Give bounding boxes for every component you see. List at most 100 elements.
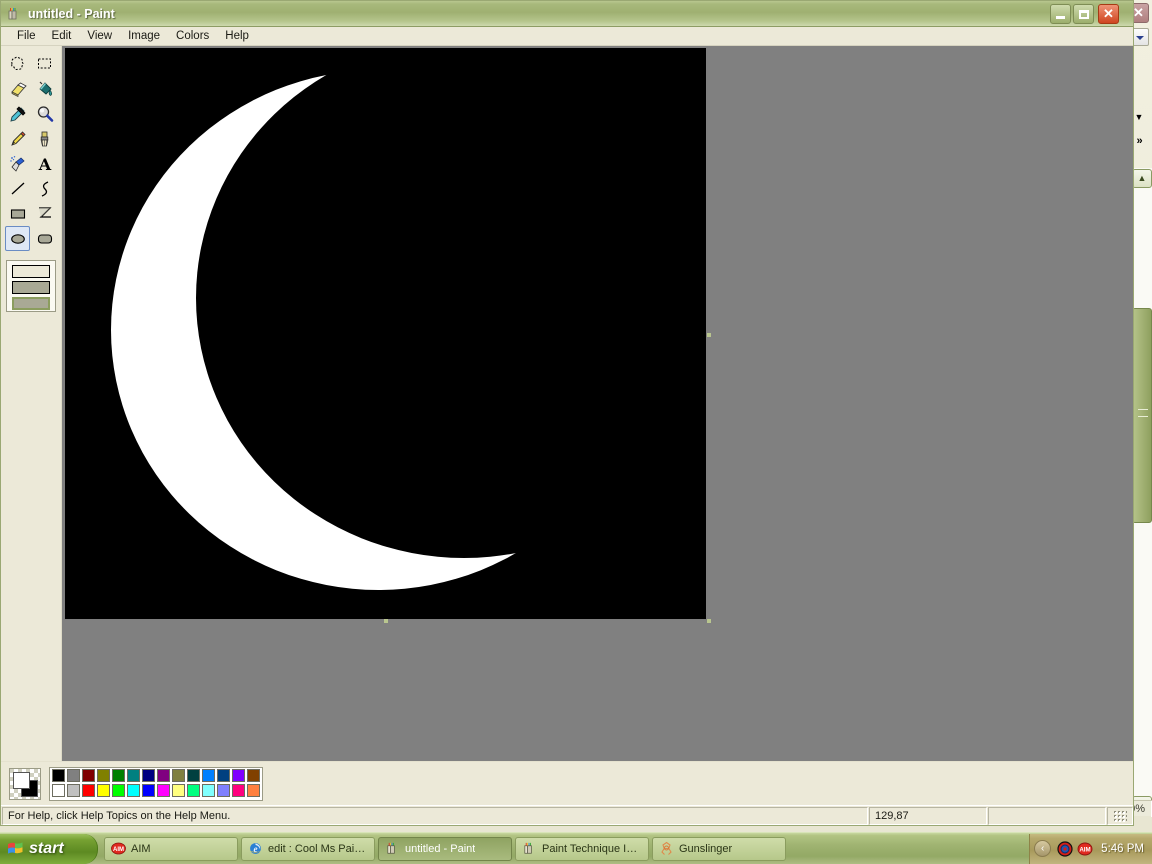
svg-text:AIM: AIM bbox=[113, 847, 124, 853]
canvas-border bbox=[63, 46, 708, 620]
taskbar-task-list: AIM AIM e edit : Cool Ms Paint t... unti… bbox=[104, 836, 786, 861]
window-resize-grip[interactable] bbox=[1107, 806, 1133, 825]
palette-swatch[interactable] bbox=[111, 784, 125, 797]
system-clock[interactable]: 5:46 PM bbox=[1101, 843, 1144, 855]
menu-image[interactable]: Image bbox=[120, 28, 168, 44]
palette-swatch[interactable] bbox=[156, 769, 170, 782]
rectangle-select-tool[interactable] bbox=[32, 51, 57, 76]
maximize-button[interactable] bbox=[1073, 4, 1094, 24]
system-tray[interactable]: ‹ AIM 5:46 PM bbox=[1029, 833, 1152, 864]
paint-menubar[interactable]: File Edit View Image Colors Help bbox=[1, 27, 1133, 46]
outline-and-fill-option[interactable] bbox=[12, 281, 50, 294]
taskbar-item-gunslinger-label: Gunslinger bbox=[679, 842, 733, 855]
canvas-resize-handle-bottom[interactable] bbox=[384, 619, 388, 623]
scrollbar-thumb[interactable] bbox=[1132, 308, 1152, 523]
palette-swatch[interactable] bbox=[246, 784, 260, 797]
palette-swatch[interactable] bbox=[141, 784, 155, 797]
palette-swatch[interactable] bbox=[156, 784, 170, 797]
taskbar-item-aim-label: AIM bbox=[131, 842, 151, 855]
polygon-tool[interactable] bbox=[32, 201, 57, 226]
windows-flag-icon bbox=[7, 840, 24, 857]
tool-grid: A bbox=[4, 51, 60, 251]
menu-edit[interactable]: Edit bbox=[44, 28, 80, 44]
taskbar-item-gunslinger[interactable]: Gunslinger bbox=[652, 836, 786, 861]
palette-swatch[interactable] bbox=[141, 769, 155, 782]
paint-color-palette[interactable] bbox=[1, 761, 1133, 805]
taskbar-item-paint-technique-label: Paint Technique Instr... bbox=[542, 842, 642, 855]
palette-swatch[interactable] bbox=[126, 769, 140, 782]
fill-only-option[interactable] bbox=[12, 297, 50, 310]
aim-icon[interactable]: AIM bbox=[1077, 841, 1093, 857]
palette-swatch[interactable] bbox=[171, 769, 185, 782]
eraser-tool[interactable] bbox=[5, 76, 30, 101]
airbrush-tool[interactable] bbox=[5, 151, 30, 176]
foreground-color-swatch[interactable] bbox=[13, 771, 30, 789]
palette-swatch[interactable] bbox=[231, 784, 245, 797]
taskbar-item-paint[interactable]: untitled - Paint bbox=[378, 836, 512, 861]
ellipse-tool[interactable] bbox=[5, 226, 30, 251]
palette-swatch[interactable] bbox=[66, 769, 80, 782]
close-icon: ✕ bbox=[1103, 6, 1114, 21]
tray-collapse-chevron-icon[interactable]: ‹ bbox=[1034, 840, 1052, 857]
palette-swatch[interactable] bbox=[201, 769, 215, 782]
palette-swatch[interactable] bbox=[111, 769, 125, 782]
text-tool[interactable]: A bbox=[32, 151, 57, 176]
outline-only-option[interactable] bbox=[12, 265, 50, 278]
palette-swatch[interactable] bbox=[96, 769, 110, 782]
canvas-resize-handle-corner[interactable] bbox=[707, 619, 711, 623]
paint-toolbox[interactable]: A bbox=[1, 46, 62, 761]
svg-text:A: A bbox=[37, 155, 51, 173]
palette-swatch[interactable] bbox=[81, 769, 95, 782]
menu-view[interactable]: View bbox=[79, 28, 120, 44]
start-button[interactable]: start bbox=[0, 833, 98, 864]
scrollbar-up-arrow-icon[interactable]: ▲ bbox=[1132, 169, 1152, 188]
free-form-select-tool[interactable] bbox=[5, 51, 30, 76]
canvas-resize-handle-right[interactable] bbox=[707, 333, 711, 337]
taskbar-item-paint-label: untitled - Paint bbox=[405, 842, 476, 855]
status-help-text: For Help, click Help Topics on the Help … bbox=[2, 806, 868, 825]
palette-swatch[interactable] bbox=[186, 784, 200, 797]
palette-swatch[interactable] bbox=[81, 784, 95, 797]
menu-file[interactable]: File bbox=[9, 28, 44, 44]
palette-swatch[interactable] bbox=[186, 769, 200, 782]
paint-titlebar[interactable]: untitled - Paint ✕ bbox=[1, 1, 1133, 27]
palette-swatch[interactable] bbox=[216, 769, 230, 782]
palette-swatch[interactable] bbox=[96, 784, 110, 797]
palette-swatch[interactable] bbox=[216, 784, 230, 797]
minimize-button[interactable] bbox=[1050, 4, 1071, 24]
app-icon bbox=[659, 841, 674, 856]
tool-options-panel[interactable] bbox=[6, 260, 56, 312]
antivirus-shield-icon[interactable] bbox=[1057, 840, 1073, 857]
fill-only-option-swatch bbox=[14, 299, 48, 308]
chevron-down-icon bbox=[1136, 36, 1144, 40]
brush-tool[interactable] bbox=[32, 126, 57, 151]
pencil-tool[interactable] bbox=[5, 126, 30, 151]
close-button[interactable]: ✕ bbox=[1098, 4, 1119, 24]
palette-swatch[interactable] bbox=[66, 784, 80, 797]
curve-tool[interactable] bbox=[32, 176, 57, 201]
rectangle-tool[interactable] bbox=[5, 201, 30, 226]
paint-workarea: A bbox=[1, 46, 1133, 761]
line-tool[interactable] bbox=[5, 176, 30, 201]
taskbar-item-paint-technique[interactable]: Paint Technique Instr... bbox=[515, 836, 649, 861]
rounded-rectangle-tool[interactable] bbox=[32, 226, 57, 251]
maximize-icon bbox=[1078, 9, 1089, 19]
fill-with-color-tool[interactable] bbox=[32, 76, 57, 101]
color-swatch-grid[interactable] bbox=[49, 766, 263, 801]
menu-help[interactable]: Help bbox=[217, 28, 257, 44]
palette-swatch[interactable] bbox=[51, 769, 65, 782]
magnifier-tool[interactable] bbox=[32, 101, 57, 126]
palette-swatch[interactable] bbox=[51, 784, 65, 797]
palette-swatch[interactable] bbox=[231, 769, 245, 782]
palette-swatch[interactable] bbox=[246, 769, 260, 782]
palette-swatch[interactable] bbox=[171, 784, 185, 797]
taskbar-item-internet-explorer[interactable]: e edit : Cool Ms Paint t... bbox=[241, 836, 375, 861]
pick-color-tool[interactable] bbox=[5, 101, 30, 126]
menu-colors[interactable]: Colors bbox=[168, 28, 217, 44]
palette-swatch[interactable] bbox=[126, 784, 140, 797]
paint-canvas-area[interactable] bbox=[62, 46, 1133, 761]
windows-taskbar[interactable]: start AIM AIM e edit : Cool Ms Paint t..… bbox=[0, 832, 1152, 864]
taskbar-item-aim[interactable]: AIM AIM bbox=[104, 836, 238, 861]
foreground-background-color-indicator[interactable] bbox=[9, 767, 41, 800]
palette-swatch[interactable] bbox=[201, 784, 215, 797]
